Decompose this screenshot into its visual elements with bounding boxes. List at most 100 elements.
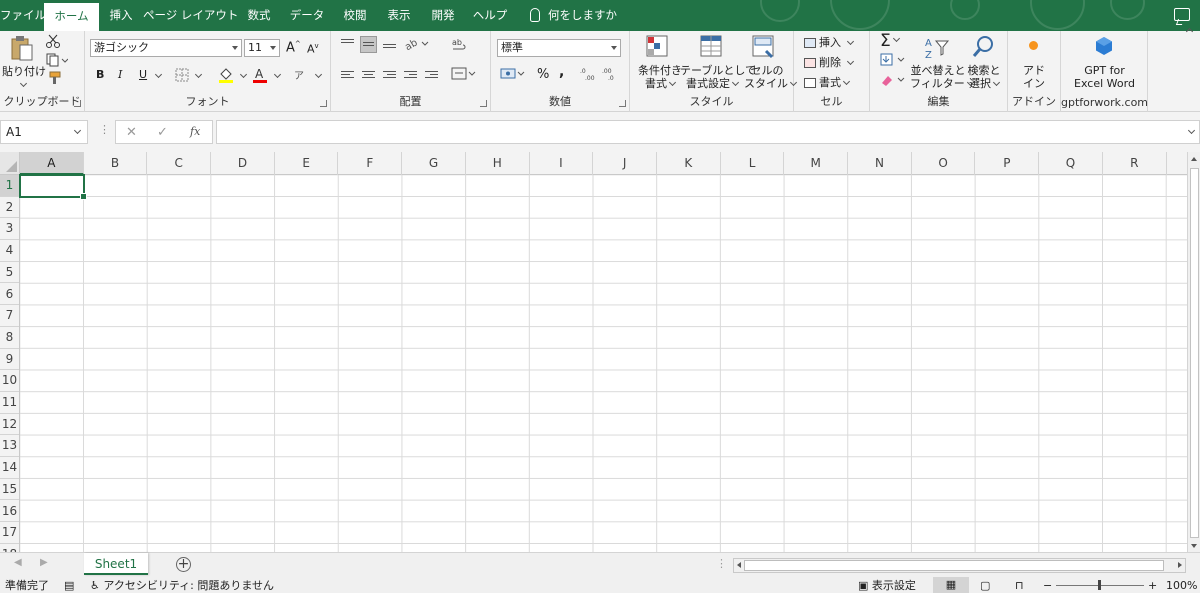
vertical-scroll-thumb[interactable]: [1190, 168, 1199, 538]
page-break-view-icon[interactable]: ⊓: [1015, 578, 1024, 593]
page-layout-view-icon[interactable]: ▢: [980, 578, 990, 593]
find-select-icon[interactable]: [972, 35, 996, 61]
clipboard-launcher-icon[interactable]: [74, 100, 81, 107]
column-header[interactable]: R: [1103, 152, 1167, 175]
orientation-icon[interactable]: ab: [405, 37, 431, 51]
tab-developer[interactable]: 開発: [421, 0, 465, 31]
column-header[interactable]: B: [84, 152, 148, 175]
merge-center-icon[interactable]: [451, 67, 477, 81]
row-header[interactable]: 16: [0, 501, 19, 523]
align-center-icon[interactable]: [362, 69, 375, 80]
column-header[interactable]: C: [147, 152, 212, 175]
paste-label[interactable]: 貼り付け: [2, 65, 46, 78]
decrease-indent-icon[interactable]: [404, 69, 417, 80]
column-header[interactable]: J: [593, 152, 657, 175]
horizontal-scroll-thumb[interactable]: [744, 560, 1164, 571]
underline-dropdown-icon[interactable]: [154, 70, 163, 79]
font-launcher-icon[interactable]: [320, 100, 327, 107]
gpt-for-excel-button[interactable]: GPT for Excel Word: [1063, 64, 1146, 90]
decrease-font-icon[interactable]: Av: [307, 42, 319, 56]
font-size-select[interactable]: 11: [244, 39, 280, 57]
normal-view-icon[interactable]: ▦: [933, 577, 969, 593]
column-header[interactable]: H: [466, 152, 530, 175]
row-header[interactable]: 3: [0, 218, 19, 241]
align-left-icon[interactable]: [341, 69, 354, 80]
row-header[interactable]: 18: [0, 544, 19, 552]
alignment-launcher-icon[interactable]: [480, 100, 487, 107]
fill-icon[interactable]: [880, 53, 906, 67]
column-header[interactable]: E: [275, 152, 339, 175]
zoom-out-icon[interactable]: −: [1043, 578, 1052, 593]
decrease-decimal-icon[interactable]: .00.0: [602, 67, 620, 81]
row-header[interactable]: 8: [0, 327, 19, 349]
row-header[interactable]: 7: [0, 305, 19, 327]
tab-help[interactable]: ヘルプ: [465, 0, 515, 31]
display-settings-button[interactable]: ▣ 表示設定: [858, 578, 916, 593]
row-header[interactable]: 1: [0, 175, 19, 197]
row-header[interactable]: 17: [0, 522, 19, 544]
column-header[interactable]: L: [721, 152, 785, 175]
fill-color-dropdown-icon[interactable]: [239, 70, 248, 79]
column-header[interactable]: F: [339, 152, 403, 175]
format-as-table-button[interactable]: テーブルとして 書式設定: [680, 64, 756, 90]
wrap-text-icon[interactable]: ab: [451, 37, 467, 53]
font-name-select[interactable]: 游ゴシック: [90, 39, 242, 57]
column-header[interactable]: A: [20, 152, 84, 175]
autosum-icon[interactable]: Σ: [880, 31, 900, 51]
cell-area[interactable]: [20, 175, 1187, 552]
zoom-level[interactable]: 100%: [1166, 578, 1197, 593]
row-header[interactable]: 5: [0, 262, 19, 284]
tab-page-layout[interactable]: ページ レイアウト: [143, 0, 238, 31]
align-middle-icon[interactable]: [360, 36, 377, 53]
scroll-down-icon[interactable]: [1191, 544, 1197, 548]
tab-home[interactable]: ホーム: [44, 3, 99, 31]
cell-styles-icon[interactable]: [752, 35, 778, 61]
addins-icon[interactable]: [1029, 41, 1038, 50]
tab-review[interactable]: 校閲: [333, 0, 377, 31]
align-right-icon[interactable]: [383, 69, 396, 80]
bold-button[interactable]: B: [96, 68, 104, 81]
column-header[interactable]: D: [211, 152, 275, 175]
cancel-icon[interactable]: ✕: [126, 125, 137, 140]
column-header[interactable]: K: [657, 152, 721, 175]
enter-icon[interactable]: ✓: [157, 125, 168, 140]
phonetic-icon[interactable]: ア: [294, 67, 304, 82]
paste-icon[interactable]: [10, 35, 34, 63]
delete-cells-button[interactable]: 削除: [804, 54, 855, 70]
vertical-scrollbar[interactable]: [1187, 152, 1200, 552]
number-launcher-icon[interactable]: [619, 100, 626, 107]
sheet-prev-icon[interactable]: ◀: [14, 557, 22, 568]
scroll-left-icon[interactable]: [737, 562, 741, 568]
scroll-up-icon[interactable]: [1191, 157, 1197, 161]
sort-filter-icon[interactable]: AZ: [924, 35, 950, 61]
row-header[interactable]: 4: [0, 240, 19, 262]
find-select-button[interactable]: 検索と 選択: [964, 64, 1004, 90]
accessibility-status[interactable]: ♿ アクセシビリティ: 問題ありません: [90, 578, 274, 593]
column-header[interactable]: M: [784, 152, 849, 175]
tab-view[interactable]: 表示: [377, 0, 421, 31]
scroll-right-icon[interactable]: [1178, 562, 1182, 568]
phonetic-dropdown-icon[interactable]: [314, 70, 323, 79]
column-header[interactable]: I: [530, 152, 594, 175]
column-header[interactable]: N: [848, 152, 912, 175]
sheet-tab-sheet1[interactable]: Sheet1: [84, 553, 148, 575]
formula-bar-handle-icon[interactable]: ⋮: [99, 123, 110, 136]
row-header[interactable]: 11: [0, 392, 19, 414]
fill-color-icon[interactable]: [218, 66, 234, 84]
align-top-icon[interactable]: [341, 37, 354, 45]
italic-button[interactable]: I: [118, 68, 122, 81]
tab-splitter-icon[interactable]: ⋮: [716, 557, 727, 570]
border-dropdown-icon[interactable]: [194, 70, 203, 79]
font-color-icon[interactable]: A: [252, 66, 268, 84]
percent-style-button[interactable]: %: [537, 67, 549, 82]
copy-icon[interactable]: [46, 53, 68, 67]
tab-insert[interactable]: 挿入: [99, 0, 143, 31]
sort-filter-button[interactable]: 並べ替えと フィルター: [910, 64, 974, 90]
format-cells-button[interactable]: 書式: [804, 74, 851, 90]
worksheet-grid[interactable]: ABCDEFGHIJKLMNOPQR 1 2 3 4 5 6 7 8 9 10 11 12 13 14 15…: [0, 152, 1187, 552]
insert-cells-button[interactable]: 挿入: [804, 34, 855, 50]
number-format-select[interactable]: 標準: [497, 39, 621, 57]
name-box[interactable]: A1: [0, 120, 88, 144]
row-header[interactable]: 14: [0, 457, 19, 479]
clear-icon[interactable]: [880, 73, 906, 87]
